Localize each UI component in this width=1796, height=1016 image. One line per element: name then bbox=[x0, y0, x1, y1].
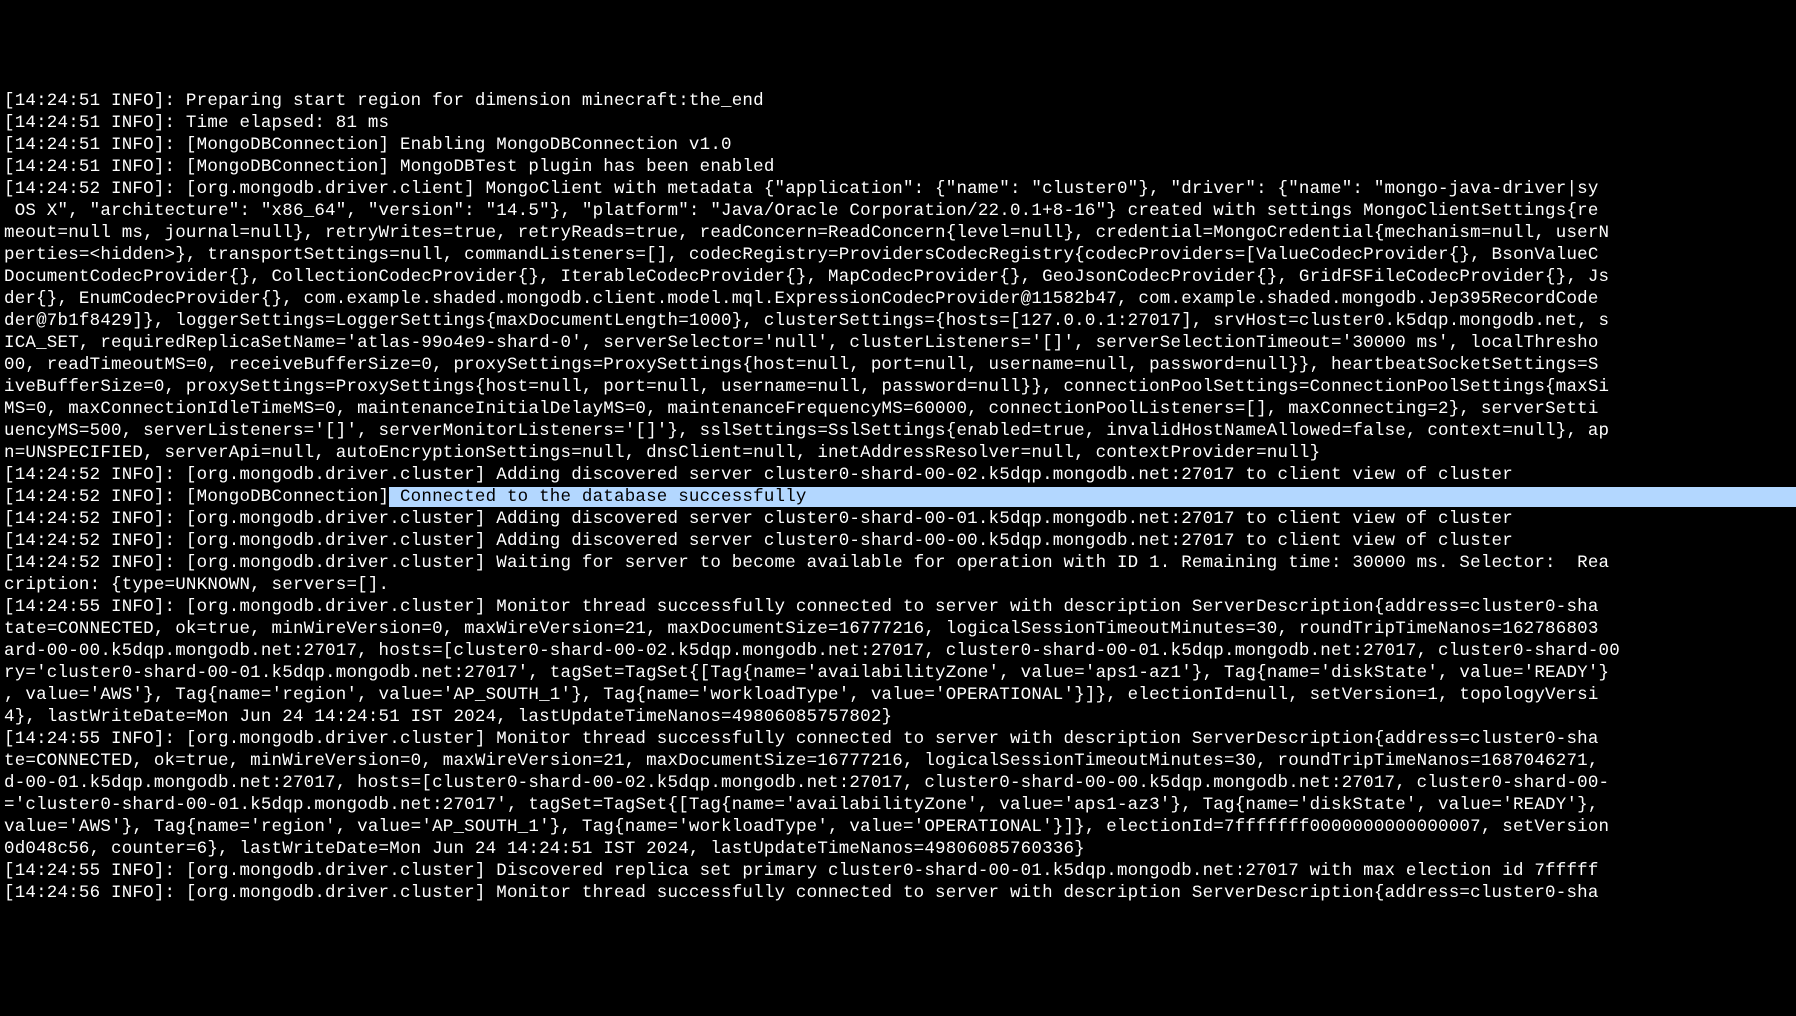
log-line: ICA_SET, requiredReplicaSetName='atlas-9… bbox=[4, 332, 1792, 354]
log-line: value='AWS'}, Tag{name='region', value='… bbox=[4, 816, 1792, 838]
log-line: MS=0, maxConnectionIdleTimeMS=0, mainten… bbox=[4, 398, 1792, 420]
log-line: [14:24:55 INFO]: [org.mongodb.driver.clu… bbox=[4, 596, 1792, 618]
log-line: ='cluster0-shard-00-01.k5dqp.mongodb.net… bbox=[4, 794, 1792, 816]
log-line: perties=<hidden>}, transportSettings=nul… bbox=[4, 244, 1792, 266]
log-line: [14:24:51 INFO]: [MongoDBConnection] Mon… bbox=[4, 156, 1792, 178]
log-line: DocumentCodecProvider{}, CollectionCodec… bbox=[4, 266, 1792, 288]
log-line: ry='cluster0-shard-00-01.k5dqp.mongodb.n… bbox=[4, 662, 1792, 684]
log-line: , value='AWS'}, Tag{name='region', value… bbox=[4, 684, 1792, 706]
log-line: [14:24:56 INFO]: [org.mongodb.driver.clu… bbox=[4, 882, 1792, 904]
log-line: 0d048c56, counter=6}, lastWriteDate=Mon … bbox=[4, 838, 1792, 860]
log-line: [14:24:52 INFO]: [org.mongodb.driver.cli… bbox=[4, 178, 1792, 200]
terminal-output[interactable]: [14:24:51 INFO]: Preparing start region … bbox=[4, 90, 1792, 904]
log-line: [14:24:52 INFO]: [MongoDBConnection] Con… bbox=[4, 486, 1792, 508]
log-line: [14:24:51 INFO]: Preparing start region … bbox=[4, 90, 1792, 112]
log-line: der{}, EnumCodecProvider{}, com.example.… bbox=[4, 288, 1792, 310]
log-line: [14:24:52 INFO]: [org.mongodb.driver.clu… bbox=[4, 530, 1792, 552]
log-line: uencyMS=500, serverListeners='[]', serve… bbox=[4, 420, 1792, 442]
log-line: [14:24:51 INFO]: Time elapsed: 81 ms bbox=[4, 112, 1792, 134]
log-line: der@7b1f8429]}, loggerSettings=LoggerSet… bbox=[4, 310, 1792, 332]
log-line: ard-00-00.k5dqp.mongodb.net:27017, hosts… bbox=[4, 640, 1792, 662]
log-line: [14:24:52 INFO]: [org.mongodb.driver.clu… bbox=[4, 508, 1792, 530]
log-line: te=CONNECTED, ok=true, minWireVersion=0,… bbox=[4, 750, 1792, 772]
log-line: meout=null ms, journal=null}, retryWrite… bbox=[4, 222, 1792, 244]
log-highlighted-text: Connected to the database successfully bbox=[389, 487, 1796, 507]
log-line: [14:24:55 INFO]: [org.mongodb.driver.clu… bbox=[4, 728, 1792, 750]
log-line: 4}, lastWriteDate=Mon Jun 24 14:24:51 IS… bbox=[4, 706, 1792, 728]
log-line: [14:24:55 INFO]: [org.mongodb.driver.clu… bbox=[4, 860, 1792, 882]
log-line: OS X", "architecture": "x86_64", "versio… bbox=[4, 200, 1792, 222]
log-line: n=UNSPECIFIED, serverApi=null, autoEncry… bbox=[4, 442, 1792, 464]
log-timestamp: [14:24:52 INFO]: [MongoDBConnection] bbox=[4, 487, 389, 507]
log-line: d-00-01.k5dqp.mongodb.net:27017, hosts=[… bbox=[4, 772, 1792, 794]
log-line: tate=CONNECTED, ok=true, minWireVersion=… bbox=[4, 618, 1792, 640]
log-line: cription: {type=UNKNOWN, servers=[]. bbox=[4, 574, 1792, 596]
log-line: [14:24:52 INFO]: [org.mongodb.driver.clu… bbox=[4, 552, 1792, 574]
log-line: iveBufferSize=0, proxySettings=ProxySett… bbox=[4, 376, 1792, 398]
log-line: [14:24:51 INFO]: [MongoDBConnection] Ena… bbox=[4, 134, 1792, 156]
log-line: [14:24:52 INFO]: [org.mongodb.driver.clu… bbox=[4, 464, 1792, 486]
log-line: 00, readTimeoutMS=0, receiveBufferSize=0… bbox=[4, 354, 1792, 376]
